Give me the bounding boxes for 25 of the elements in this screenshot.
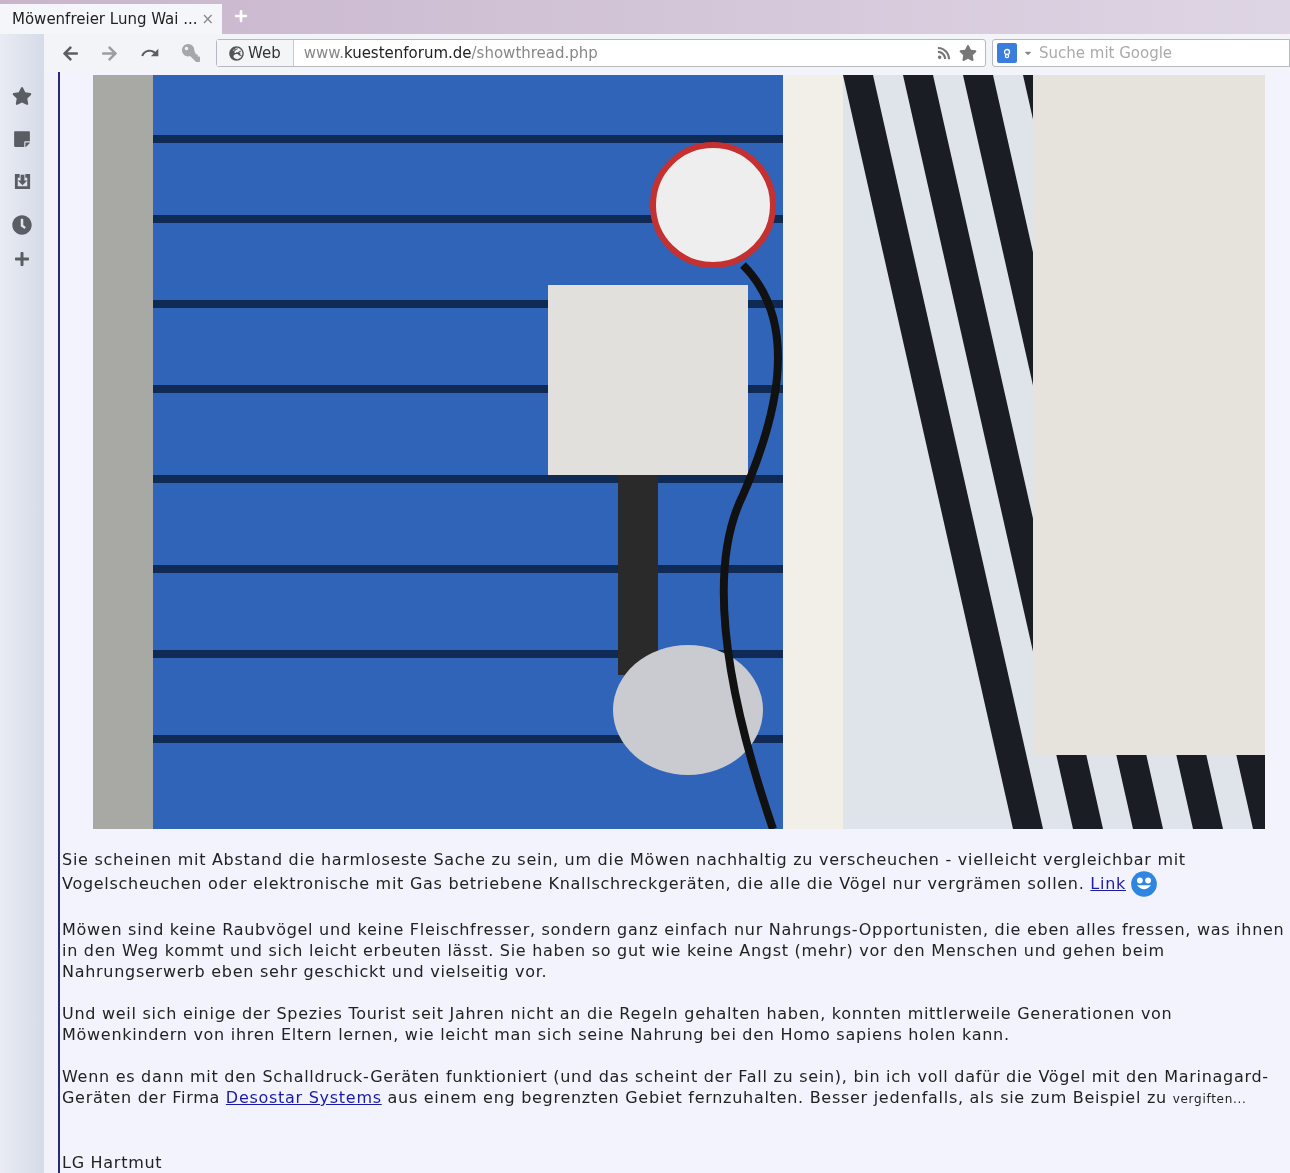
- url-text: www.kuestenforum.de/showthread.php: [302, 42, 598, 64]
- search-engine-icon[interactable]: [997, 43, 1017, 63]
- address-bar[interactable]: Web www.kuestenforum.de/showthread.php: [216, 39, 986, 67]
- back-icon[interactable]: [62, 44, 79, 62]
- post-paragraph: Sie scheinen mit Abstand die harmloseste Sache zu sein, um die Möwen nachhaltig zu verscheuchen - vielleicht vergleichbar mit Vogelscheuchen oder elektronische mit Gas betriebene Knallschreckgeräten, die alle die Vögel nur vergrämen sollen. Link: [62, 849, 1288, 898]
- text-link[interactable]: Link: [1090, 873, 1126, 893]
- text-link[interactable]: Desostar Systems: [225, 1088, 382, 1107]
- download-icon[interactable]: [12, 172, 32, 191]
- note-icon[interactable]: [13, 130, 31, 148]
- post-paragraph: Wenn es dann mit den Schalldruck-Geräten funktioniert (und das scheint der Fall zu sein), bin ich voll dafür die Vögel mit den Marinagard-Geräten der Firma Desostar Systems aus einem eng begrenzten Gebiet fernzuhalten. Besser jedenfalls, als sie zum Beispiel zu vergiften...: [62, 1066, 1270, 1109]
- signature: LG Hartmut: [62, 1152, 164, 1173]
- browser-tab[interactable]: Möwenfreier Lung Wai ... ×: [0, 4, 222, 34]
- feed-icon[interactable]: [937, 46, 951, 60]
- globe-icon: [229, 45, 244, 61]
- star-icon[interactable]: [12, 86, 32, 106]
- search-field[interactable]: Suche mit Google: [992, 39, 1290, 67]
- post-paragraph: Möwen sind keine Raubvögel und keine Fleischfresser, sondern ganz einfach nur Nahrungs-Opportunisten, die eben alles fressen, was ihnen in den Weg kommt und sich leicht erbeuten lässt. Sie haben so gut wie keine Angst (mehr) vor den Menschen und gehen beim Nahrungserwerb eben sehr geschickt und vielseitig vor.: [62, 919, 1286, 982]
- search-input[interactable]: Suche mit Google: [1039, 41, 1289, 65]
- clock-icon[interactable]: [12, 215, 32, 235]
- smiley-icon: [1130, 870, 1158, 898]
- address-label: Web: [248, 42, 281, 64]
- tab-title: Möwenfreier Lung Wai ...: [12, 8, 198, 30]
- add-icon[interactable]: [14, 251, 30, 267]
- bookmark-star-icon[interactable]: [959, 44, 977, 62]
- post-paragraph: Und weil sich einige der Spezies Tourist seit Jahren nicht an die Regeln gehalten haben, konnten mittlerweile Generationen von Möwenkindern von ihren Eltern lernen, wie leicht man sich seine Nahrung bei den Homo sapiens holen kann.: [62, 1003, 1174, 1045]
